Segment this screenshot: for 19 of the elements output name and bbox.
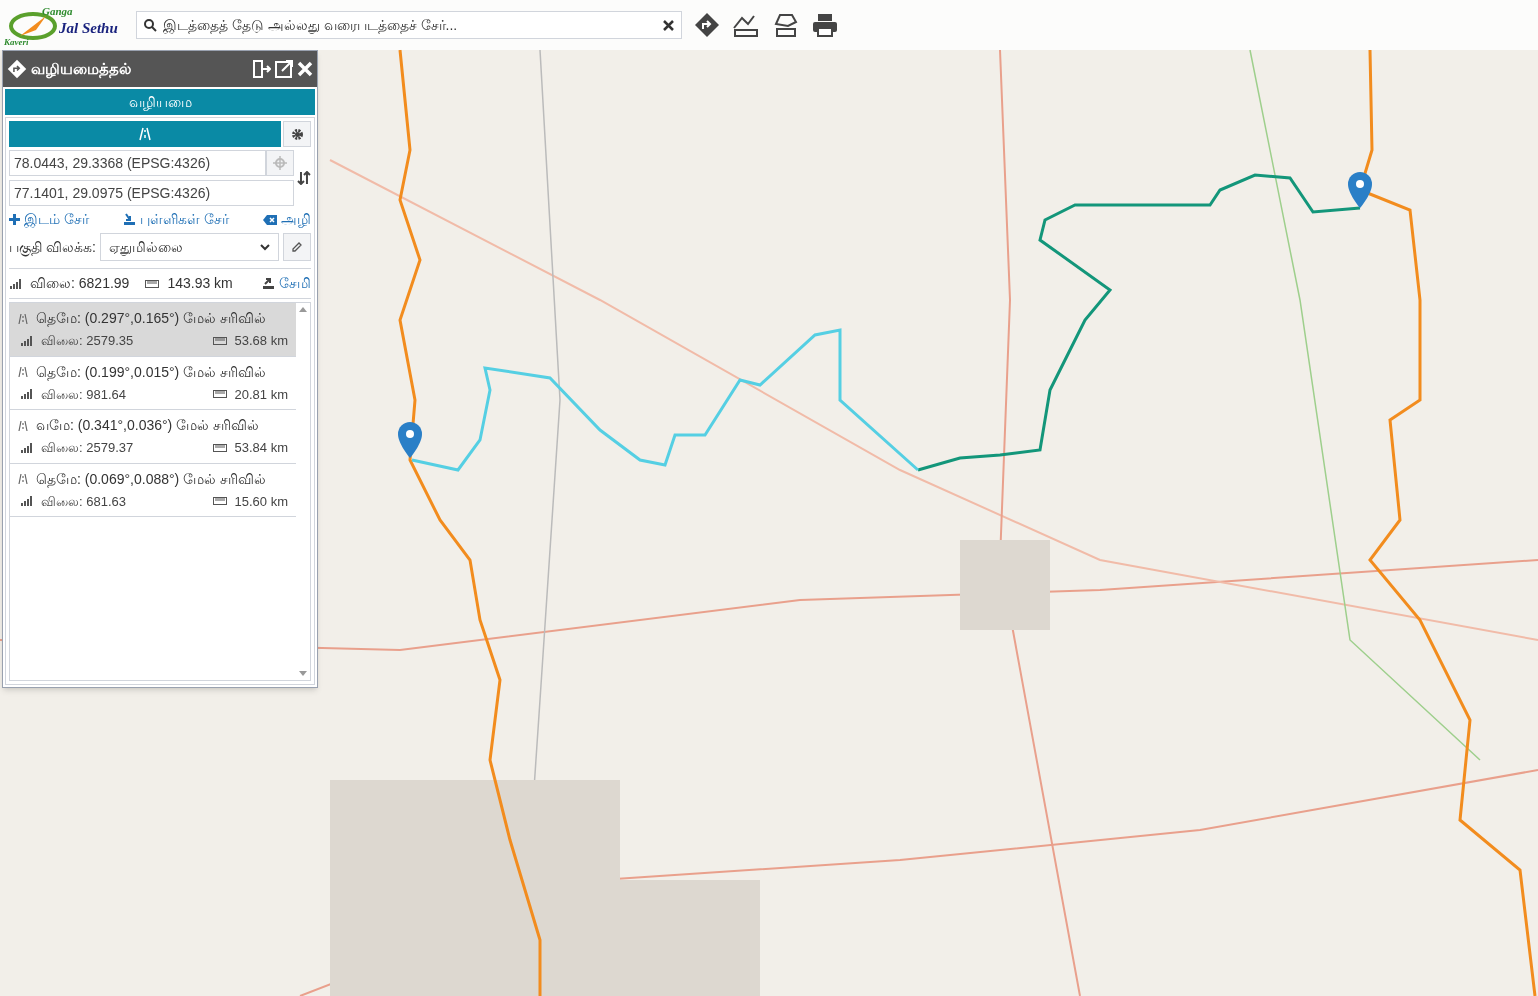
panel-title: வழியமைத்தல் xyxy=(31,58,132,81)
step-direction: தெமே: (0.199°,0.015°) மேல் சரிவில் xyxy=(36,362,267,383)
filter-label: பகுதி விலக்க: xyxy=(9,237,96,258)
step-direction: தெமே: (0.069°,0.088°) மேல் சரிவில் xyxy=(36,469,267,490)
step-direction: வமே: (0.341°,0.036°) மேல் சரிவில் xyxy=(36,416,260,435)
logo-text: Kaveri xyxy=(4,38,29,47)
total-cost: விலை: 6821.99 xyxy=(30,274,130,293)
step-distance: 15.60 km xyxy=(234,492,288,511)
logo-text: Jal Sethu xyxy=(59,21,118,36)
step-direction: தெமே: (0.297°,0.165°) மேல் சரிவில் xyxy=(36,309,267,329)
step-cost: விலை: 981.64 xyxy=(41,385,127,404)
step-distance: 20.81 km xyxy=(234,385,288,404)
step-cost: விலை: 2579.37 xyxy=(41,439,135,457)
step-distance: 53.84 km xyxy=(234,439,288,457)
step-distance: 53.68 km xyxy=(234,332,288,350)
logo-text: Ganga xyxy=(42,6,73,17)
step-cost: விலை: 2579.35 xyxy=(41,332,135,350)
total-distance: 143.93 km xyxy=(167,274,234,293)
step-cost: விலை: 681.63 xyxy=(41,492,127,511)
